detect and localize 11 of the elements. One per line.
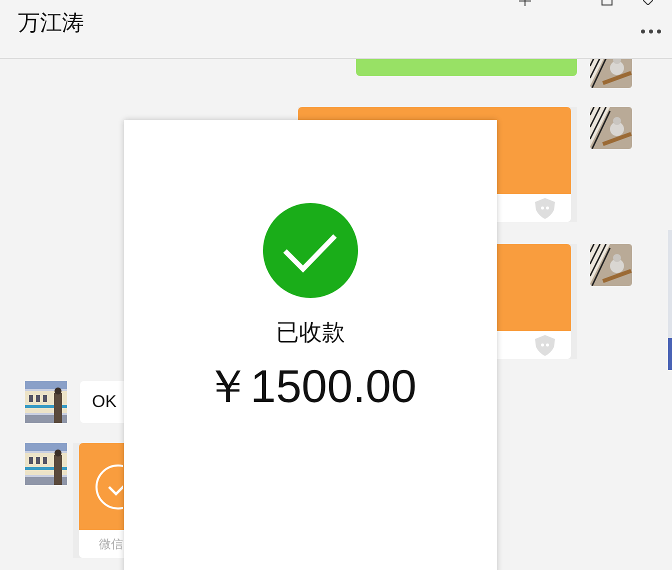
footer-label: 微信 [99,536,123,553]
shield-icon [535,198,555,218]
more-icon[interactable] [640,29,662,34]
maximize-icon[interactable] [601,0,613,6]
chat-title: 万江涛 [18,9,84,37]
shield-icon [535,334,555,356]
status-text: 已收款 [276,318,345,347]
success-icon [263,203,358,298]
close-icon[interactable] [643,0,653,5]
add-icon[interactable] [519,0,531,6]
amount-text: ￥1500.00 [204,358,417,414]
